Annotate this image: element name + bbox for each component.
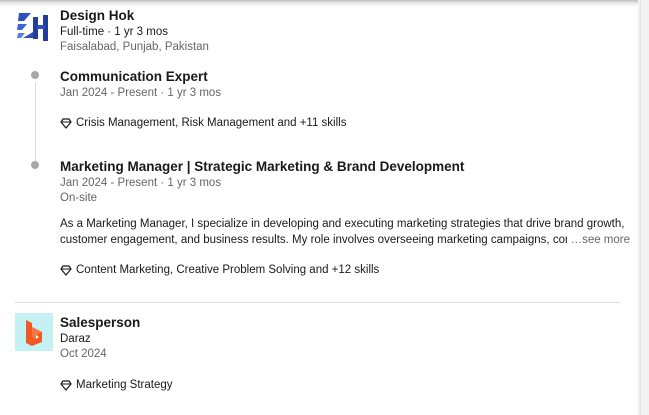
- job-dates: Oct 2024: [60, 348, 107, 360]
- skills-text: Content Marketing, Creative Problem Solv…: [76, 264, 380, 276]
- job-title[interactable]: Salesperson: [60, 315, 140, 330]
- role-skills[interactable]: Content Marketing, Creative Problem Solv…: [60, 264, 379, 276]
- daraz-logo[interactable]: [15, 313, 53, 351]
- job-skills[interactable]: Marketing Strategy: [60, 379, 173, 391]
- description-line: customer engagement, and business result…: [60, 234, 581, 246]
- design-hok-logo[interactable]: [15, 8, 53, 46]
- timeline-dot: [31, 161, 39, 169]
- diamond-icon: [60, 265, 72, 276]
- role-title[interactable]: Communication Expert: [60, 69, 208, 84]
- timeline-dot: [31, 71, 39, 79]
- role-description: As a Marketing Manager, I specialize in …: [60, 216, 630, 248]
- timeline-line: [34, 83, 36, 161]
- skills-text: Marketing Strategy: [76, 379, 173, 391]
- company-location: Faisalabad, Punjab, Pakistan: [60, 41, 209, 53]
- see-more-link[interactable]: …see more: [566, 232, 630, 248]
- company-name[interactable]: Design Hok: [60, 8, 134, 23]
- role-skills[interactable]: Crisis Management, Risk Management and +…: [60, 117, 346, 129]
- diamond-icon: [60, 380, 72, 391]
- employment-type: Full-time · 1 yr 3 mos: [60, 26, 168, 38]
- top-shadow: [0, 0, 649, 7]
- role-title[interactable]: Marketing Manager | Strategic Marketing …: [60, 159, 464, 174]
- diamond-icon: [60, 118, 72, 129]
- company-name[interactable]: Daraz: [60, 333, 91, 345]
- scrollbar[interactable]: [640, 0, 649, 415]
- description-line: As a Marketing Manager, I specialize in …: [60, 218, 625, 230]
- role-dates: Jan 2024 - Present · 1 yr 3 mos: [60, 177, 222, 189]
- skills-text: Crisis Management, Risk Management and +…: [76, 117, 347, 129]
- workplace-type: On-site: [60, 192, 98, 204]
- role-dates: Jan 2024 - Present · 1 yr 3 mos: [60, 87, 222, 99]
- divider: [15, 302, 620, 303]
